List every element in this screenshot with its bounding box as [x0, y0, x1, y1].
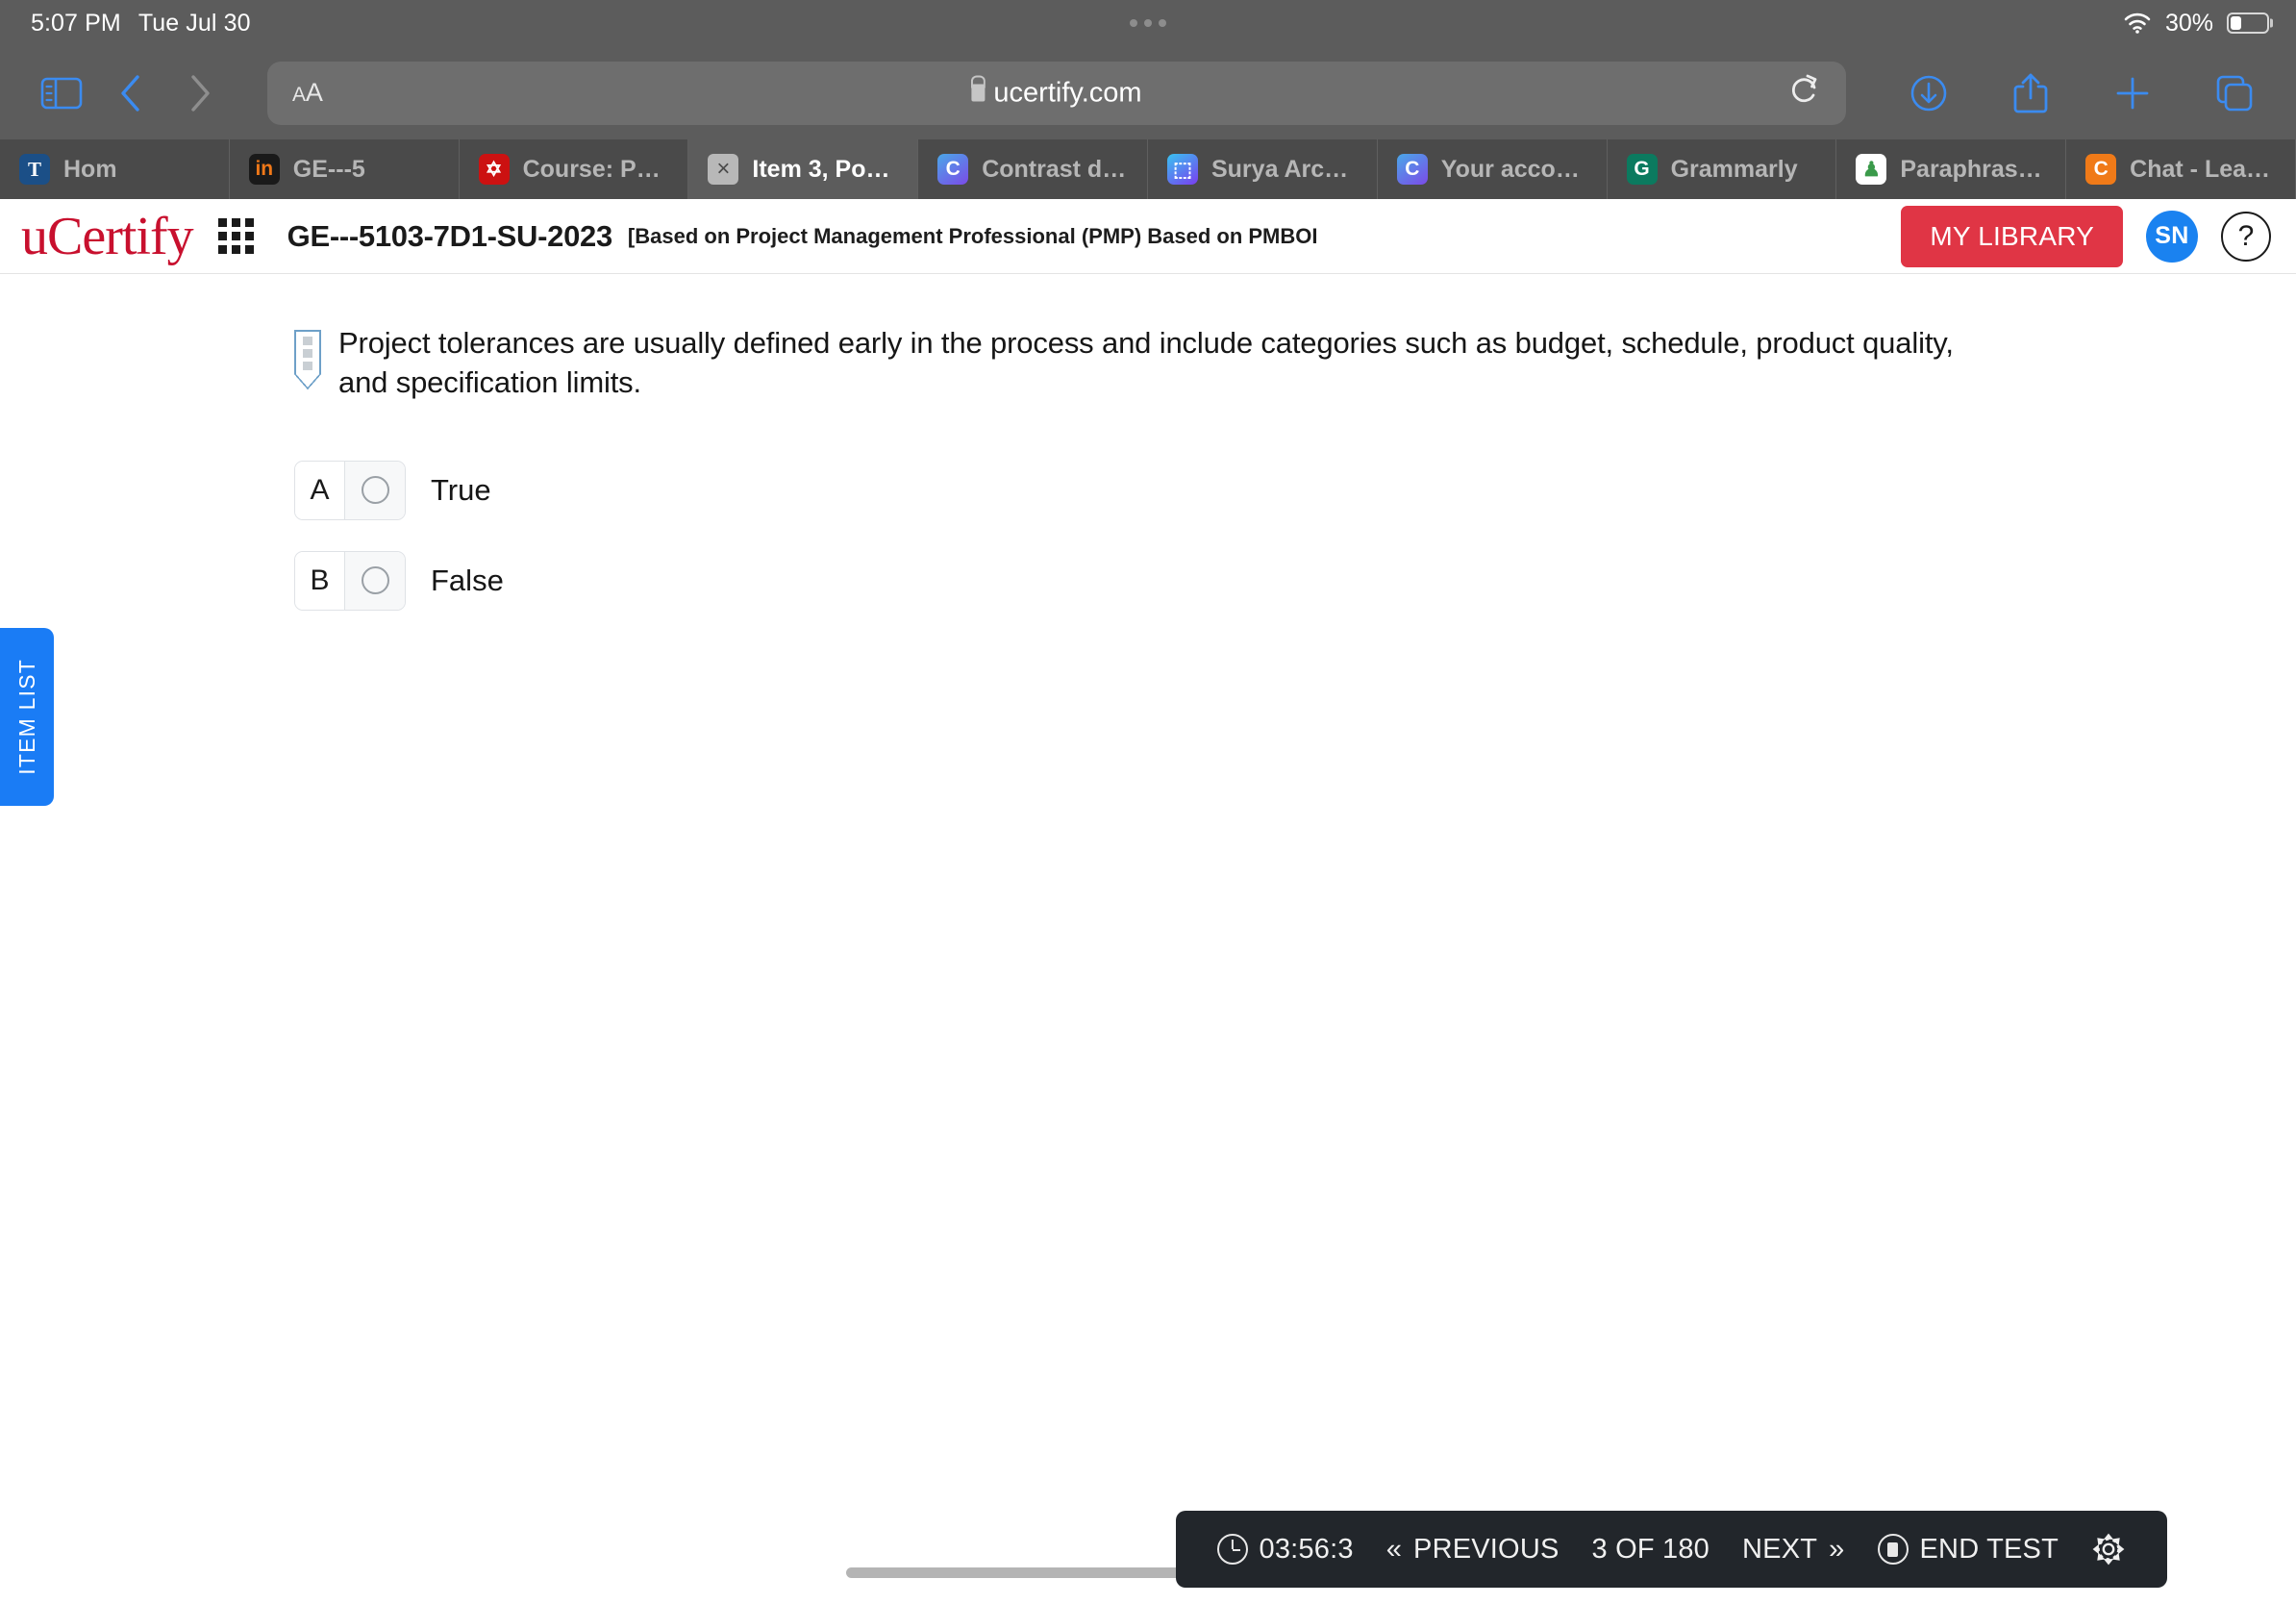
previous-label: PREVIOUS — [1413, 1533, 1560, 1565]
text-size-icon[interactable]: AA — [292, 78, 323, 108]
browser-tab-label: Grammarly — [1670, 155, 1798, 183]
apps-grid-icon[interactable] — [217, 218, 255, 255]
option-label: True — [431, 472, 491, 507]
multitask-handle[interactable] — [1130, 19, 1166, 27]
next-button[interactable]: NEXT » — [1726, 1534, 1861, 1566]
browser-tab-label: Surya Archa... — [1210, 155, 1358, 183]
back-icon[interactable] — [96, 64, 165, 122]
status-bar-right: 30% — [2123, 10, 2296, 38]
gear-icon — [2091, 1532, 2126, 1566]
answer-option-row[interactable]: B False — [294, 550, 2296, 611]
clock-icon — [1216, 1534, 1248, 1565]
my-library-button[interactable]: MY LIBRARY — [1901, 205, 2123, 267]
test-navigation-toolbar: 03:56:3 « PREVIOUS 3 OF 180 NEXT » END T… — [1175, 1511, 2167, 1588]
settings-button[interactable] — [2075, 1532, 2142, 1566]
radio-button-icon[interactable] — [361, 476, 389, 505]
browser-tab-label: GE---5 — [292, 155, 365, 183]
tabs-icon[interactable] — [2200, 64, 2269, 122]
browser-tab-label: Paraphrasin... — [1900, 155, 2047, 183]
forward-icon — [165, 64, 235, 122]
wifi-icon — [2123, 13, 2152, 34]
option-letter: B — [295, 551, 345, 610]
next-label: NEXT — [1742, 1533, 1818, 1565]
browser-tab[interactable]: × Item 3, Post... — [688, 139, 919, 199]
timer-value: 03:56:3 — [1259, 1533, 1354, 1565]
ucertify-logo[interactable]: uCertify — [21, 210, 194, 263]
battery-icon — [2227, 13, 2269, 34]
question-content-area: Project tolerances are usually defined e… — [0, 274, 2296, 1603]
course-description: [Based on Project Management Professiona… — [627, 223, 1318, 248]
stop-icon — [1877, 1534, 1909, 1565]
address-bar[interactable]: AA ucertify.com — [267, 61, 1846, 125]
claude-icon: C — [1396, 154, 1428, 185]
browser-tab[interactable]: T Hom — [0, 139, 230, 199]
browser-tab[interactable]: in GE---5 — [230, 139, 460, 199]
browser-tab-label: Course: Proj... — [522, 155, 669, 183]
timer: 03:56:3 — [1201, 1534, 1370, 1566]
course-code: GE---5103-7D1-SU-2023 — [287, 218, 613, 253]
text-editor-icon: T — [19, 154, 50, 185]
safari-right-actions — [1879, 64, 2269, 122]
grammarly-icon: G — [1626, 154, 1658, 185]
sidebar-icon[interactable] — [27, 64, 96, 122]
chevron-double-right-icon: » — [1829, 1533, 1845, 1565]
answer-option-a[interactable]: A — [294, 460, 406, 520]
avatar[interactable]: SN — [2146, 210, 2198, 263]
tab-close-icon[interactable]: × — [708, 154, 739, 185]
lock-icon — [971, 84, 986, 101]
browser-tab[interactable]: C Chat - Learn... — [2066, 139, 2296, 199]
battery-percent: 30% — [2164, 9, 2213, 37]
header-actions: MY LIBRARY SN ? — [1901, 205, 2271, 267]
help-button[interactable]: ? — [2221, 211, 2271, 262]
bookmark-icon[interactable] — [293, 330, 321, 389]
linkedin-icon: in — [248, 154, 280, 185]
quillbot-icon: ♟ — [1856, 154, 1887, 185]
url-display[interactable]: ucertify.com — [971, 77, 1142, 109]
radio-button-icon[interactable] — [361, 566, 389, 595]
download-icon[interactable] — [1894, 64, 1963, 122]
safari-toolbar: AA ucertify.com — [0, 46, 2296, 139]
url-text: ucertify.com — [993, 77, 1142, 108]
plus-icon[interactable] — [2098, 64, 2167, 122]
option-label: False — [431, 563, 504, 597]
status-bar-left: 5:07 PM Tue Jul 30 — [0, 10, 251, 38]
browser-tab[interactable]: G Grammarly — [1608, 139, 1837, 199]
browser-tab-label: Contrast dis... — [982, 155, 1128, 183]
answer-option-b[interactable]: B — [294, 550, 406, 611]
option-radio-cell[interactable] — [345, 551, 405, 610]
end-test-button[interactable]: END TEST — [1861, 1534, 2075, 1566]
browser-tab[interactable]: C Your accoun... — [1378, 139, 1608, 199]
ucertify-icon: ✡ — [478, 154, 510, 185]
item-list-tab[interactable]: ITEM LIST — [0, 628, 54, 806]
browser-tab[interactable]: C Contrast dis... — [918, 139, 1148, 199]
progress-indicator: 3 OF 180 — [1591, 1533, 1710, 1565]
question-text: Project tolerances are usually defined e… — [338, 326, 1954, 399]
answer-option-row[interactable]: A True — [294, 460, 2296, 520]
chat-icon: C — [2085, 154, 2117, 185]
browser-tab[interactable]: ✡ Course: Proj... — [460, 139, 689, 199]
share-icon[interactable] — [1996, 64, 2065, 122]
chevron-double-left-icon: « — [1385, 1533, 1403, 1565]
claude-icon: C — [937, 154, 969, 185]
browser-tab-strip: T Hom in GE---5 ✡ Course: Proj... × Item 3, Pos… — [0, 139, 2296, 199]
surya-icon: ⬚ — [1166, 154, 1198, 185]
browser-tab-label: Chat - Learn... — [2130, 155, 2276, 183]
option-radio-cell[interactable] — [345, 461, 405, 519]
ios-status-bar: 5:07 PM Tue Jul 30 30% — [0, 0, 2296, 46]
reload-icon[interactable] — [1788, 72, 1821, 113]
browser-tab[interactable]: ⬚ Surya Archa... — [1148, 139, 1378, 199]
item-list-label: ITEM LIST — [13, 659, 39, 775]
option-letter: A — [295, 461, 345, 519]
end-test-label: END TEST — [1919, 1533, 2059, 1565]
browser-tab-label: Hom — [63, 155, 117, 183]
browser-tab-label: Item 3, Post... — [752, 155, 899, 183]
ucertify-app-header: uCertify GE---5103-7D1-SU-2023 [Based on… — [0, 199, 2296, 274]
browser-tab[interactable]: ♟ Paraphrasin... — [1836, 139, 2067, 199]
status-date: Tue Jul 30 — [137, 9, 251, 37]
status-time: 5:07 PM — [31, 9, 121, 37]
answer-options: A True B False — [0, 403, 2296, 611]
previous-button[interactable]: « PREVIOUS — [1370, 1534, 1576, 1566]
question-block: Project tolerances are usually defined e… — [0, 274, 2296, 403]
browser-tab-label: Your accoun... — [1440, 155, 1587, 183]
